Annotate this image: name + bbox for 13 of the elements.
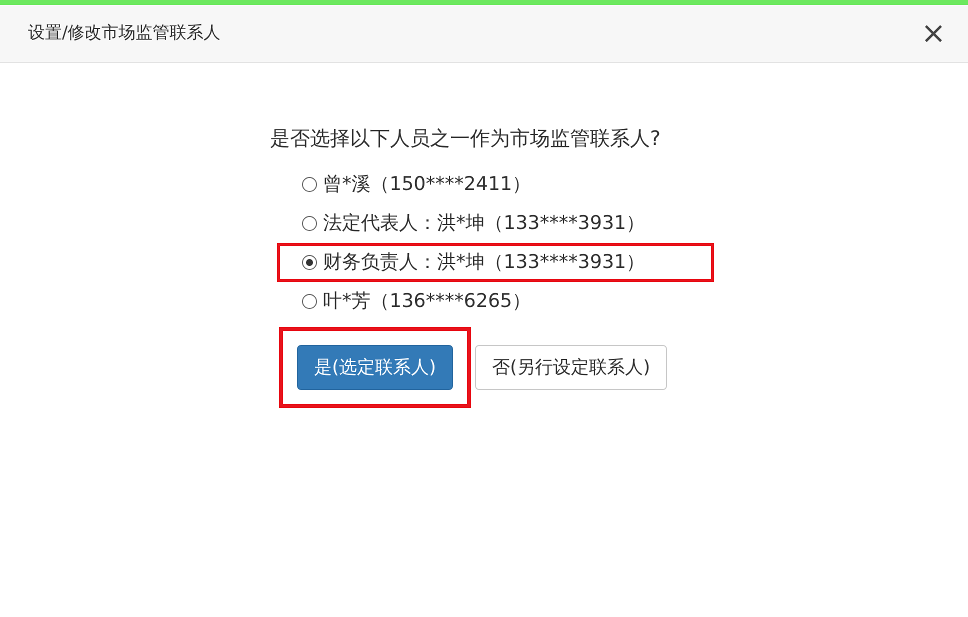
confirm-button[interactable]: 是(选定联系人) xyxy=(297,345,454,390)
option-label[interactable]: 财务负责人：洪*坤（133****3931） xyxy=(323,248,646,277)
radio-button[interactable] xyxy=(302,216,317,231)
option-label[interactable]: 叶*芳（136****6265） xyxy=(323,287,532,316)
decline-button[interactable]: 否(另行设定联系人) xyxy=(475,345,668,390)
question-text: 是否选择以下人员之一作为市场监管联系人? xyxy=(270,125,662,152)
radio-button[interactable] xyxy=(302,177,317,192)
close-button[interactable]: × xyxy=(920,18,946,48)
option-label[interactable]: 曾*溪（150****2411） xyxy=(323,170,532,199)
option-label[interactable]: 法定代表人：洪*坤（133****3931） xyxy=(323,209,646,238)
radio-button[interactable] xyxy=(302,255,317,270)
dialog-title: 设置/修改市场监管联系人 xyxy=(28,22,221,45)
radio-button[interactable] xyxy=(302,294,317,309)
